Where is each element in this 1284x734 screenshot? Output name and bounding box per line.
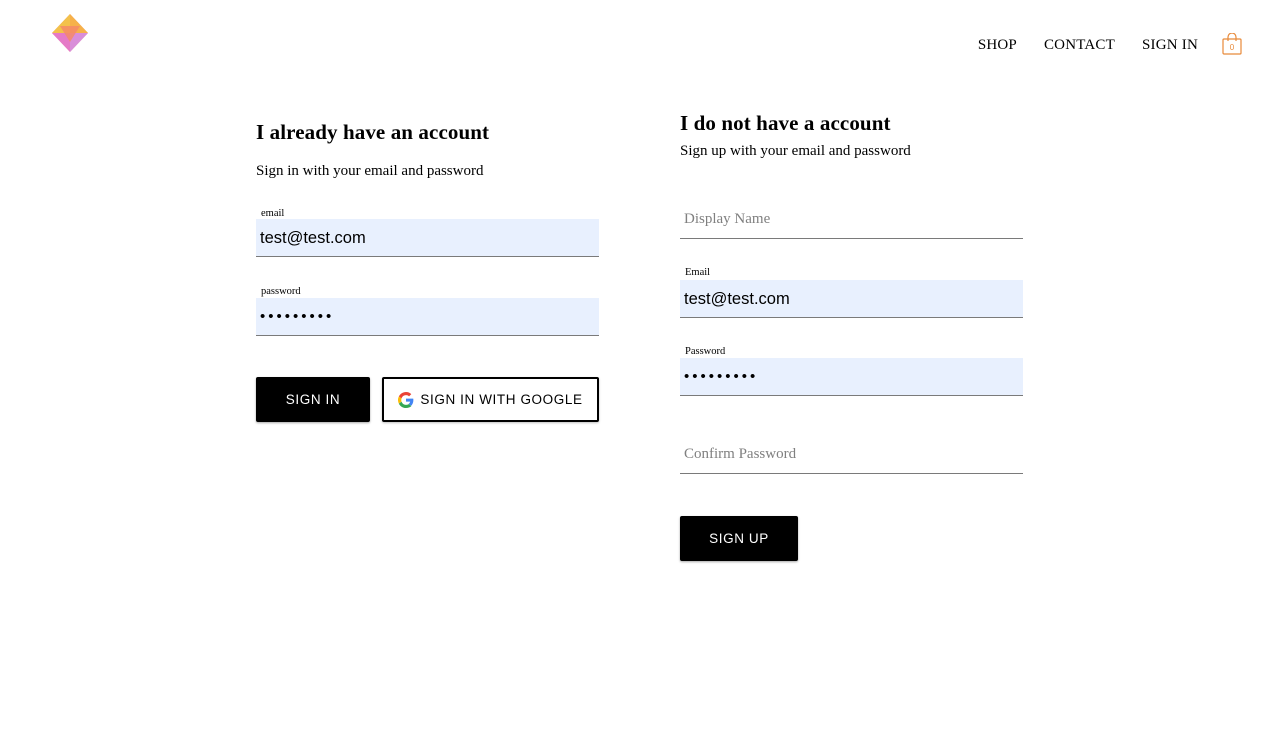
sign-in-password-input[interactable]: ••••••••• bbox=[256, 298, 599, 336]
sign-in-password-group: password ••••••••• bbox=[256, 286, 599, 336]
sign-up-button[interactable]: SIGN UP bbox=[680, 516, 798, 561]
google-sign-in-button[interactable]: SIGN IN WITH GOOGLE bbox=[382, 377, 599, 422]
sign-up-password-input[interactable]: ••••••••• bbox=[680, 358, 1023, 396]
nav-sign-in-link[interactable]: SIGN IN bbox=[1142, 37, 1198, 54]
google-g-icon bbox=[398, 391, 414, 408]
sign-up-subtitle: Sign up with your email and password bbox=[680, 143, 911, 159]
auth-page: SHOP CONTACT SIGN IN 0 I already have an… bbox=[0, 0, 1284, 734]
nav-contact-link[interactable]: CONTACT bbox=[1044, 37, 1115, 54]
sign-up-title: I do not have a account bbox=[680, 111, 891, 135]
sign-in-title: I already have an account bbox=[256, 120, 490, 144]
display-name-group: Display Name bbox=[680, 201, 1023, 241]
confirm-password-group: Confirm Password bbox=[680, 436, 1023, 476]
sign-in-button[interactable]: SIGN IN bbox=[256, 377, 370, 422]
sign-up-password-group: Password ••••••••• bbox=[680, 346, 1023, 398]
nav-shop-link[interactable]: SHOP bbox=[978, 37, 1017, 54]
confirm-password-input[interactable]: Confirm Password bbox=[680, 436, 1023, 474]
sign-up-email-label: Email bbox=[685, 267, 711, 278]
display-name-input[interactable]: Display Name bbox=[680, 201, 1023, 239]
sign-in-subtitle: Sign in with your email and password bbox=[256, 163, 484, 179]
sign-up-form: I do not have a account Sign up with you… bbox=[680, 110, 1023, 561]
sign-up-email-group: Email test@test.com bbox=[680, 267, 1023, 319]
crown-gem-logo-icon[interactable] bbox=[52, 14, 89, 52]
top-nav: SHOP CONTACT SIGN IN 0 bbox=[978, 33, 1244, 57]
sign-in-password-label: password bbox=[261, 286, 301, 297]
sign-up-email-input[interactable]: test@test.com bbox=[680, 280, 1023, 318]
cart-button[interactable]: 0 bbox=[1222, 33, 1244, 57]
sign-up-password-label: Password bbox=[685, 346, 726, 357]
google-sign-in-label: SIGN IN WITH GOOGLE bbox=[420, 392, 583, 407]
sign-in-form: I already have an account Sign in with y… bbox=[256, 119, 599, 422]
sign-in-email-input[interactable]: test@test.com bbox=[256, 219, 599, 257]
sign-in-email-group: email test@test.com bbox=[256, 208, 599, 258]
cart-count: 0 bbox=[1229, 43, 1235, 52]
